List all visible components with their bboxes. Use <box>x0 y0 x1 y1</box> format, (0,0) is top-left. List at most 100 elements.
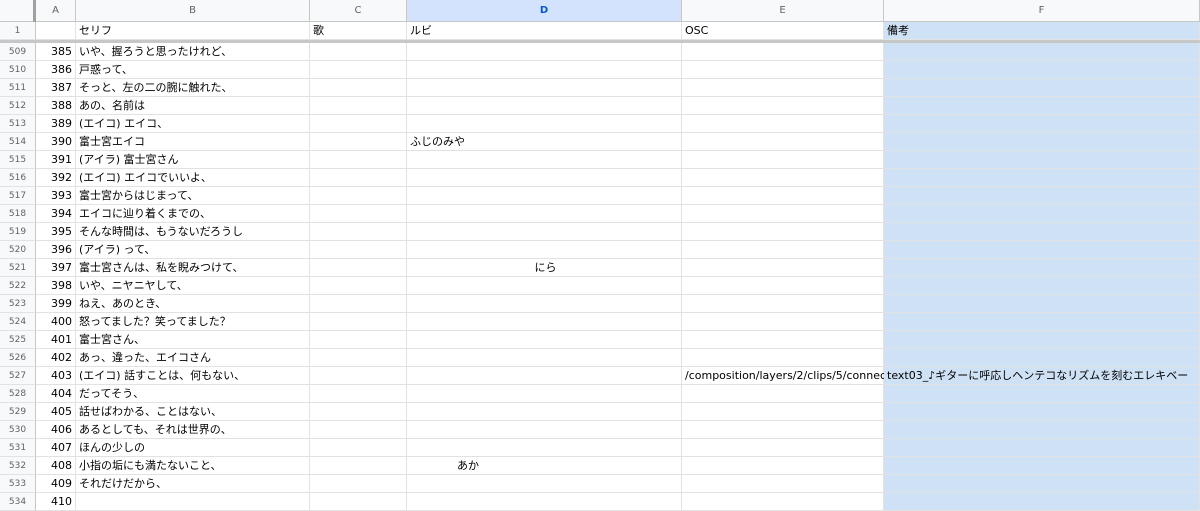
cell-f[interactable] <box>884 259 1200 277</box>
cell-b[interactable]: 富士宮さんは、私を睨みつけて、 <box>76 259 310 277</box>
column-header-c[interactable]: C <box>310 0 407 22</box>
cell-a[interactable]: 392 <box>36 169 76 187</box>
cell-b[interactable]: エイコに辿り着くまでの、 <box>76 205 310 223</box>
cell-e[interactable] <box>682 349 884 367</box>
row-header[interactable]: 520 <box>0 241 36 259</box>
cell-a[interactable]: 390 <box>36 133 76 151</box>
cell-f[interactable] <box>884 187 1200 205</box>
cell-b[interactable]: (エイコ) エイコ、 <box>76 115 310 133</box>
row-header[interactable]: 514 <box>0 133 36 151</box>
cell-c[interactable] <box>310 331 407 349</box>
column-header-a[interactable]: A <box>36 0 76 22</box>
cell-d[interactable] <box>407 277 682 295</box>
cell-b[interactable]: あの、名前は <box>76 97 310 115</box>
cell-b[interactable]: 戸惑って、 <box>76 61 310 79</box>
column-header-e[interactable]: E <box>682 0 884 22</box>
cell-c[interactable] <box>310 43 407 61</box>
row-header[interactable]: 523 <box>0 295 36 313</box>
row-header[interactable]: 533 <box>0 475 36 493</box>
cell-b[interactable]: 話せばわかる、ことはない、 <box>76 403 310 421</box>
cell-c[interactable] <box>310 367 407 385</box>
cell-c[interactable] <box>310 385 407 403</box>
cell-f[interactable] <box>884 313 1200 331</box>
cell-d[interactable] <box>407 79 682 97</box>
cell-e[interactable] <box>682 457 884 475</box>
cell-a[interactable]: 389 <box>36 115 76 133</box>
cell-c[interactable] <box>310 169 407 187</box>
cell-c[interactable] <box>310 97 407 115</box>
row-header[interactable]: 517 <box>0 187 36 205</box>
row-header[interactable]: 529 <box>0 403 36 421</box>
cell-f[interactable] <box>884 61 1200 79</box>
select-all-corner[interactable] <box>0 0 36 22</box>
cell-c[interactable] <box>310 457 407 475</box>
cell-a[interactable]: 385 <box>36 43 76 61</box>
cell-d[interactable] <box>407 61 682 79</box>
header-cell-d[interactable]: ルビ <box>407 22 682 40</box>
row-header[interactable]: 511 <box>0 79 36 97</box>
cell-e[interactable] <box>682 79 884 97</box>
cell-d[interactable]: にら <box>407 259 682 277</box>
row-header[interactable]: 524 <box>0 313 36 331</box>
cell-c[interactable] <box>310 421 407 439</box>
cell-d[interactable] <box>407 115 682 133</box>
header-cell-e[interactable]: OSC <box>682 22 884 40</box>
cell-f[interactable] <box>884 493 1200 511</box>
cell-d[interactable] <box>407 421 682 439</box>
cell-f[interactable] <box>884 295 1200 313</box>
cell-f[interactable] <box>884 457 1200 475</box>
cell-f[interactable] <box>884 439 1200 457</box>
row-header[interactable]: 518 <box>0 205 36 223</box>
row-header[interactable]: 509 <box>0 43 36 61</box>
header-cell-c[interactable]: 歌 <box>310 22 407 40</box>
cell-e[interactable] <box>682 331 884 349</box>
cell-a[interactable]: 403 <box>36 367 76 385</box>
cell-a[interactable]: 409 <box>36 475 76 493</box>
cell-e[interactable] <box>682 151 884 169</box>
row-header[interactable]: 526 <box>0 349 36 367</box>
cell-a[interactable]: 402 <box>36 349 76 367</box>
cell-a[interactable]: 394 <box>36 205 76 223</box>
cell-a[interactable]: 396 <box>36 241 76 259</box>
row-header[interactable]: 527 <box>0 367 36 385</box>
cell-d[interactable] <box>407 439 682 457</box>
cell-a[interactable]: 391 <box>36 151 76 169</box>
column-header-d[interactable]: D <box>407 0 682 22</box>
cell-a[interactable]: 405 <box>36 403 76 421</box>
cell-f[interactable] <box>884 169 1200 187</box>
cell-e[interactable] <box>682 115 884 133</box>
header-cell-b[interactable]: セリフ <box>76 22 310 40</box>
cell-f[interactable] <box>884 79 1200 97</box>
row-header[interactable]: 510 <box>0 61 36 79</box>
cell-e[interactable] <box>682 61 884 79</box>
column-header-b[interactable]: B <box>76 0 310 22</box>
cell-b[interactable]: 小指の垢にも満たないこと、 <box>76 457 310 475</box>
cell-e[interactable] <box>682 97 884 115</box>
row-header[interactable]: 1 <box>0 22 36 40</box>
cell-e[interactable] <box>682 277 884 295</box>
cell-a[interactable]: 398 <box>36 277 76 295</box>
cell-a[interactable]: 393 <box>36 187 76 205</box>
cell-b[interactable]: (アイラ) 富士宮さん <box>76 151 310 169</box>
cell-e[interactable] <box>682 223 884 241</box>
cell-b[interactable]: 怒ってました？笑ってました？ <box>76 313 310 331</box>
cell-e[interactable] <box>682 169 884 187</box>
cell-b[interactable]: 富士宮からはじまって、 <box>76 187 310 205</box>
row-header[interactable]: 522 <box>0 277 36 295</box>
cell-f[interactable] <box>884 385 1200 403</box>
cell-e[interactable] <box>682 439 884 457</box>
cell-e[interactable] <box>682 493 884 511</box>
cell-a[interactable]: 397 <box>36 259 76 277</box>
cell-a[interactable]: 407 <box>36 439 76 457</box>
cell-e[interactable]: /composition/layers/2/clips/5/connect <box>682 367 890 385</box>
cell-f[interactable] <box>884 115 1200 133</box>
cell-d[interactable] <box>407 313 682 331</box>
cell-b[interactable]: そんな時間は、もうないだろうし <box>76 223 310 241</box>
cell-a[interactable]: 401 <box>36 331 76 349</box>
cell-b[interactable] <box>76 493 310 511</box>
cell-d[interactable] <box>407 385 682 403</box>
cell-a[interactable]: 386 <box>36 61 76 79</box>
cell-e[interactable] <box>682 187 884 205</box>
row-header[interactable]: 531 <box>0 439 36 457</box>
cell-c[interactable] <box>310 79 407 97</box>
